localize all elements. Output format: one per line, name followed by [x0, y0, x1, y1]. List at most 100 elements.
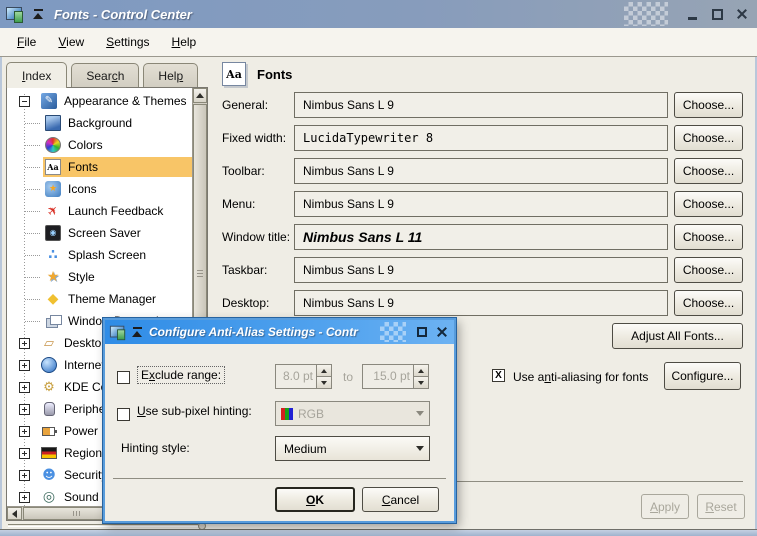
sound-icon: ◎ [41, 489, 57, 505]
shade-icon[interactable] [32, 8, 44, 20]
power-control-icon [41, 423, 57, 439]
launch-feedback-icon: ✈ [42, 200, 65, 223]
tab-search[interactable]: Search [71, 63, 139, 87]
choose-fixed-width-button[interactable]: Choose... [674, 125, 743, 151]
rgb-stripes-icon [281, 408, 293, 420]
background-icon [45, 115, 61, 131]
tree-item-style[interactable]: ★Style [7, 266, 192, 288]
window-bottom-frame [0, 529, 757, 536]
dialog-maximize-button[interactable] [414, 324, 430, 340]
exclude-to-value: 15.0 pt [363, 365, 413, 388]
menu-view[interactable]: View [47, 31, 95, 53]
menu-font-preview: Nimbus Sans L 9 [294, 191, 668, 217]
theme-manager-icon: ◆ [45, 291, 61, 307]
exclude-to-spinbox: 15.0 pt [362, 364, 429, 389]
desktop-font-preview: Nimbus Sans L 9 [294, 290, 668, 316]
choose-general-button[interactable]: Choose... [674, 92, 743, 118]
menu-settings[interactable]: Settings [95, 31, 160, 53]
menu-help[interactable]: Help [161, 31, 208, 53]
hinting-style-dropdown[interactable]: Medium [275, 436, 430, 461]
spin-up-icon [317, 365, 331, 377]
font-row-toolbar: Toolbar: Nimbus Sans L 9 Choose... [222, 158, 743, 184]
font-row-taskbar: Taskbar: Nimbus Sans L 9 Choose... [222, 257, 743, 283]
collapse-expander-icon[interactable] [19, 96, 30, 107]
choose-taskbar-button[interactable]: Choose... [674, 257, 743, 283]
taskbar-font-preview: Nimbus Sans L 9 [294, 257, 668, 283]
tab-index[interactable]: Index [6, 62, 67, 88]
desktop-icon: ▱ [41, 335, 57, 351]
icons-icon: ★ [45, 181, 61, 197]
selected-tree-item[interactable]: AaFonts [43, 157, 192, 177]
appearance-icon: ✎ [41, 93, 57, 109]
cancel-button[interactable]: Cancel [362, 487, 439, 512]
tree-item-icons[interactable]: ★Icons [7, 178, 192, 200]
splash-screen-icon: ∴ [45, 247, 61, 263]
expand-expander-icon[interactable] [19, 338, 30, 349]
sub-pixel-hinting-checkbox[interactable] [117, 408, 130, 421]
expand-expander-icon[interactable] [19, 448, 30, 459]
expand-expander-icon[interactable] [19, 470, 30, 481]
expand-expander-icon[interactable] [19, 426, 30, 437]
choose-toolbar-button[interactable]: Choose... [674, 158, 743, 184]
font-row-menu: Menu: Nimbus Sans L 9 Choose... [222, 191, 743, 217]
tree-item-screen-saver[interactable]: ◉Screen Saver [7, 222, 192, 244]
splitter-grip[interactable] [8, 524, 198, 527]
dialog-titlebar[interactable]: Configure Anti-Alias Settings - Contr [105, 320, 454, 344]
exclude-range-checkbox[interactable] [117, 371, 130, 384]
choose-window-title-button[interactable]: Choose... [674, 224, 743, 250]
expand-expander-icon[interactable] [19, 360, 30, 371]
hinting-style-label: Hinting style: [121, 441, 190, 455]
expand-expander-icon[interactable] [19, 492, 30, 503]
use-anti-aliasing-label: Use anti-aliasing for fonts [513, 370, 648, 384]
tree-item-splash-screen[interactable]: ∴Splash Screen [7, 244, 192, 266]
maximize-button[interactable] [708, 5, 726, 23]
peripherals-icon [41, 401, 57, 417]
tree-item-appearance-themes[interactable]: ✎Appearance & Themes [7, 90, 192, 112]
app-icon [6, 7, 24, 22]
dialog-body: Exclude range: 8.0 pt to 15.0 pt Use sub… [105, 344, 454, 521]
toolbar-font-preview: Nimbus Sans L 9 [294, 158, 668, 184]
sub-pixel-type-value: RGB [298, 407, 324, 421]
window-title-font-preview: Nimbus Sans L 11 [294, 224, 668, 250]
configure-anti-aliasing-button[interactable]: Configure... [664, 362, 741, 390]
close-icon [436, 326, 448, 338]
scroll-left-icon[interactable] [7, 507, 22, 520]
expand-expander-icon[interactable] [19, 382, 30, 393]
scroll-up-icon[interactable] [193, 88, 207, 103]
sub-pixel-hinting-label[interactable]: Use sub-pixel hinting: [137, 404, 252, 418]
ok-button[interactable]: OK [275, 487, 355, 512]
tab-help[interactable]: Help [143, 63, 198, 87]
font-row-fixed-width: Fixed width: LucidaTypewriter 8 Choose..… [222, 125, 743, 151]
tree-item-theme-manager[interactable]: ◆Theme Manager [7, 288, 192, 310]
colors-icon [45, 137, 61, 153]
tree-item-background[interactable]: Background [7, 112, 192, 134]
titlebar-mosaic-decoration [624, 2, 668, 26]
screen-saver-icon: ◉ [45, 225, 61, 241]
fixed-width-font-preview: LucidaTypewriter 8 [294, 125, 668, 151]
tree-item-colors[interactable]: Colors [7, 134, 192, 156]
tree-item-launch-feedback[interactable]: ✈Launch Feedback [7, 200, 192, 222]
font-row-general: General: Nimbus Sans L 9 Choose... [222, 92, 743, 118]
tree-item-fonts[interactable]: AaFonts [7, 156, 192, 178]
titlebar[interactable]: Fonts - Control Center [0, 0, 757, 28]
exclude-from-spinbox: 8.0 pt [275, 364, 332, 389]
window-border-left [0, 28, 2, 536]
close-button[interactable] [733, 5, 751, 23]
dialog-title: Configure Anti-Alias Settings - Contr [149, 325, 380, 339]
style-icon: ★ [45, 269, 61, 285]
expand-expander-icon[interactable] [19, 404, 30, 415]
choose-desktop-button[interactable]: Choose... [674, 290, 743, 316]
dialog-close-button[interactable] [434, 324, 450, 340]
choose-menu-button[interactable]: Choose... [674, 191, 743, 217]
window-decorations-icon [45, 313, 61, 329]
minimize-button[interactable] [683, 5, 701, 23]
dialog-app-icon [110, 325, 126, 339]
adjust-all-fonts-button[interactable]: Adjust All Fonts... [612, 323, 743, 349]
fonts-icon: Aa [45, 159, 61, 175]
exclude-range-label[interactable]: Exclude range: [137, 366, 225, 384]
menu-file[interactable]: File [6, 31, 47, 53]
use-anti-aliasing-checkbox[interactable]: X [492, 369, 505, 382]
regional-icon [41, 447, 57, 459]
window-title: Fonts - Control Center [54, 7, 624, 22]
dialog-shade-icon[interactable] [131, 326, 143, 338]
